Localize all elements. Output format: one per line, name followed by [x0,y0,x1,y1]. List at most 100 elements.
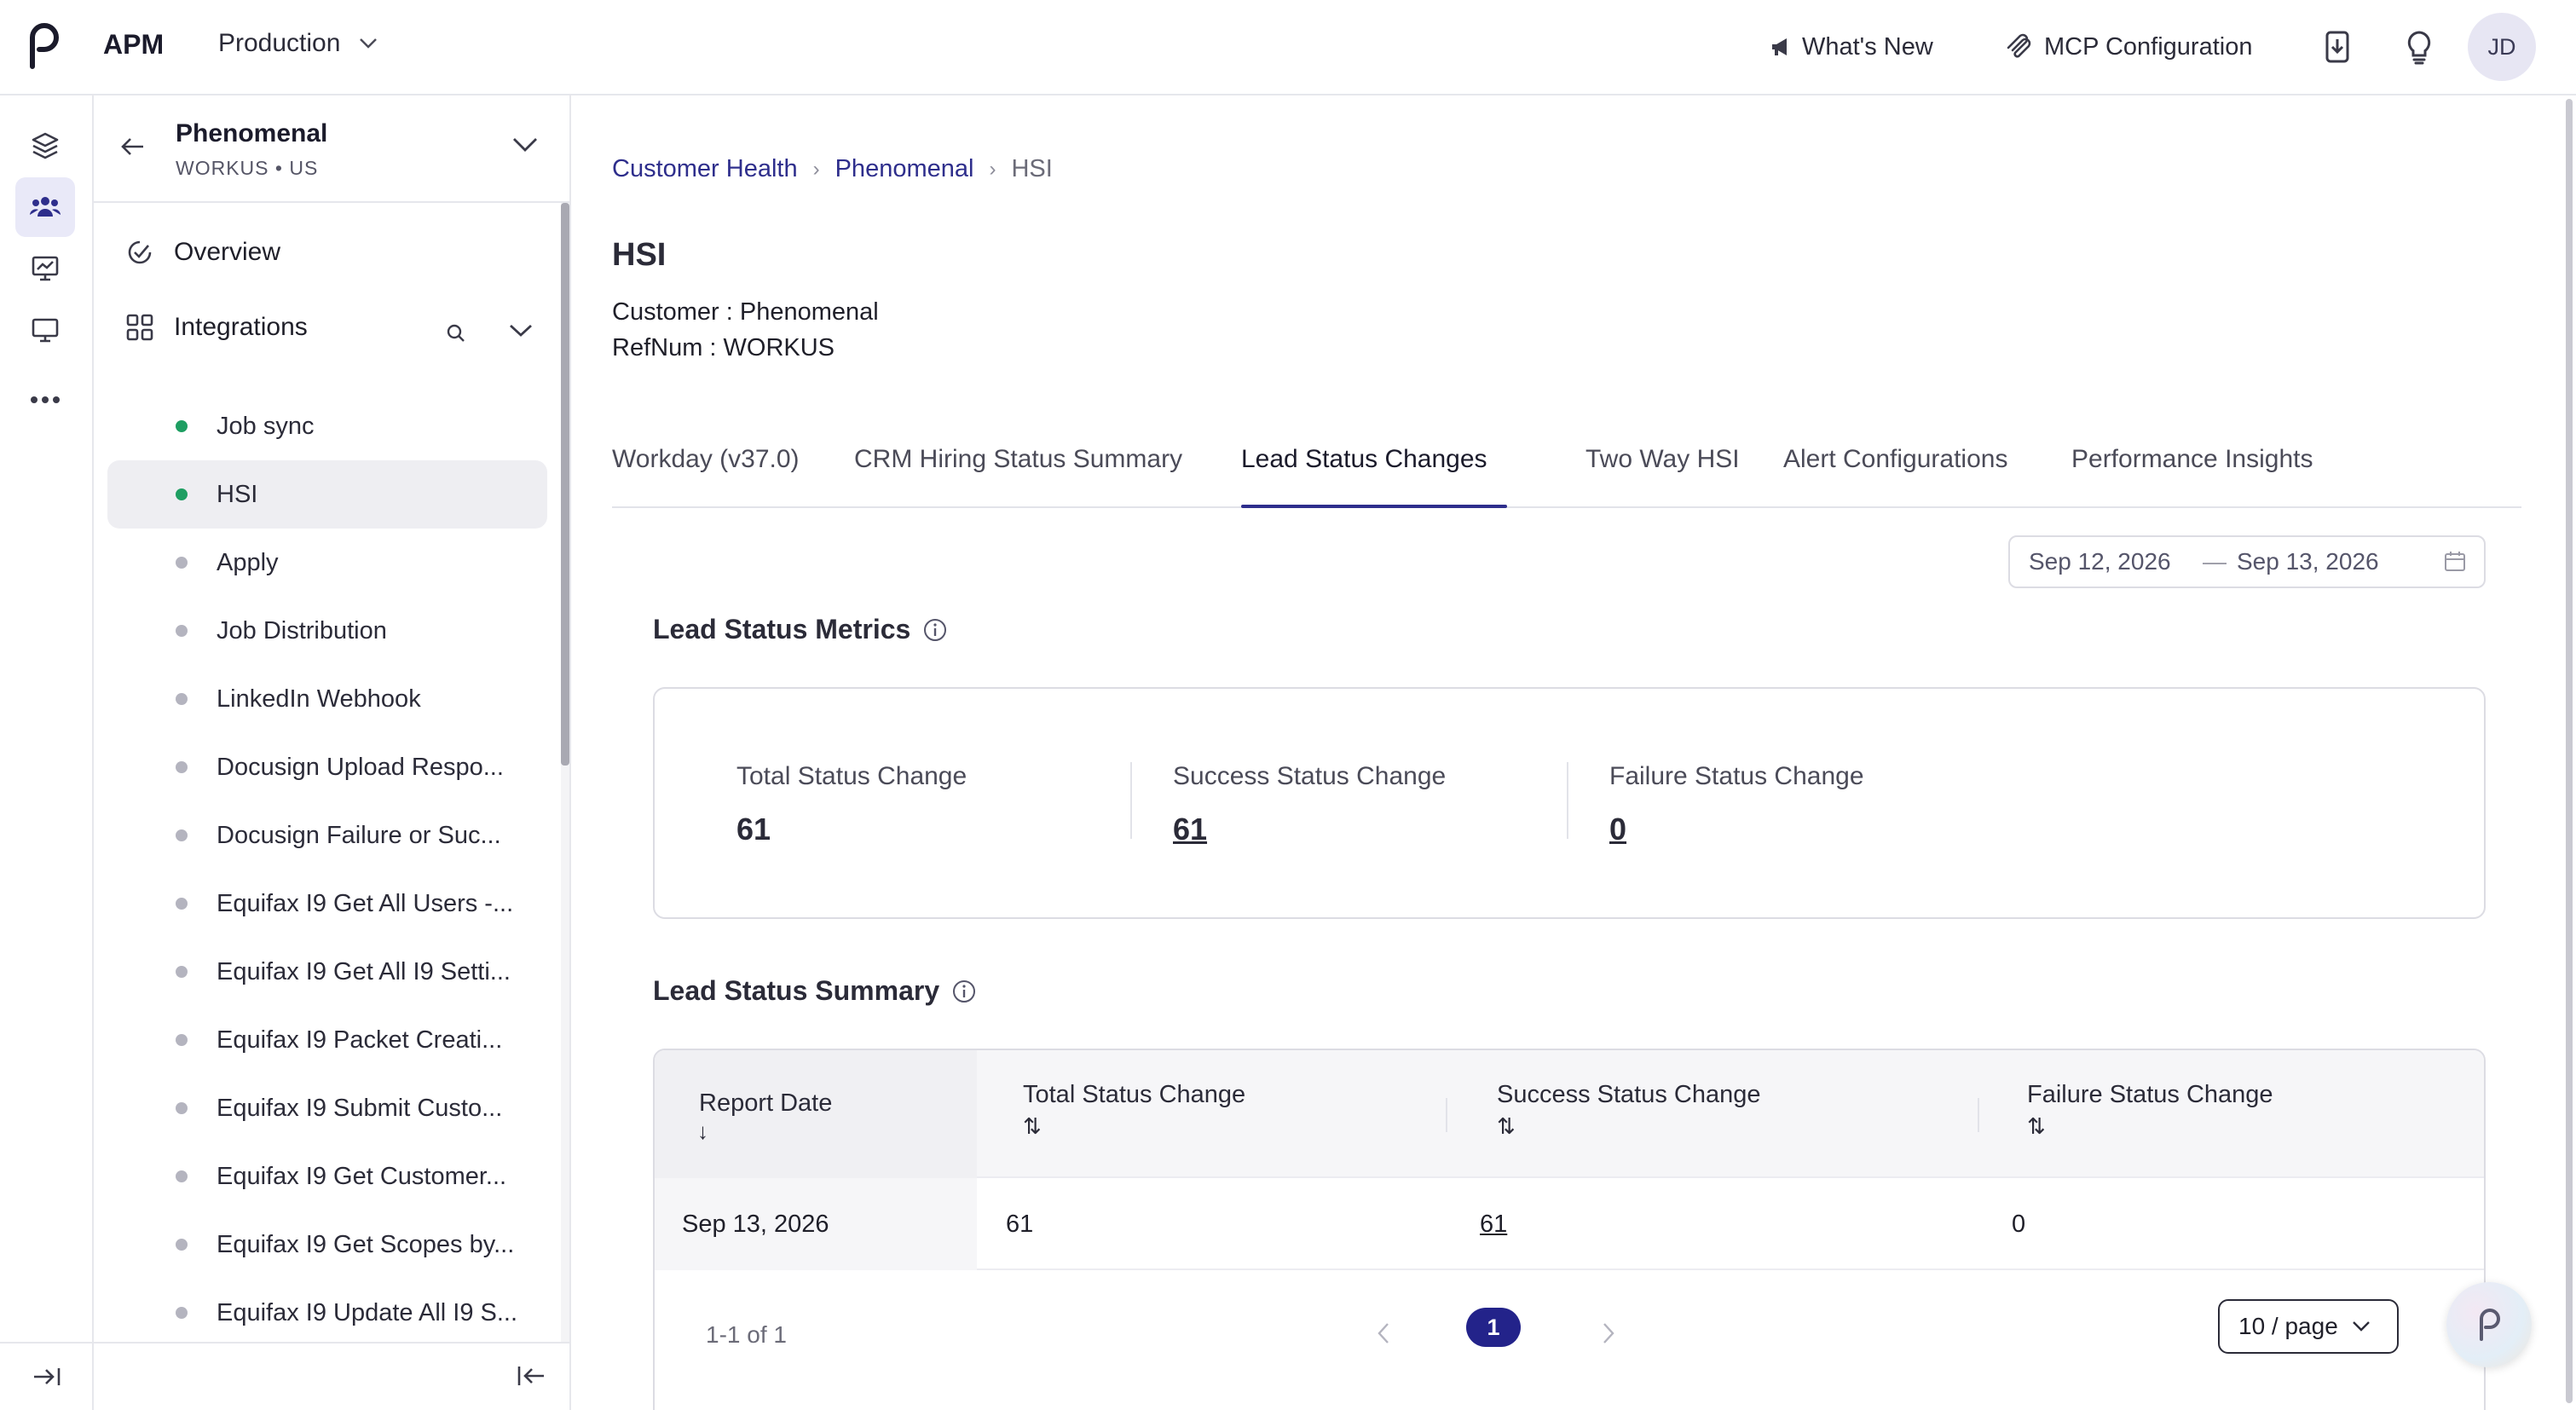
rail-more-button[interactable] [15,370,75,430]
tab-alert-configurations[interactable]: Alert Configurations [1783,445,2007,474]
integrations-label: Integrations [174,313,308,341]
sidebar-integration-item[interactable]: LinkedIn Webhook [107,665,547,733]
dot-separator: • [274,157,290,179]
sidebar-integration-item[interactable]: Equifax I9 Packet Creati... [107,1006,547,1074]
sidebar-item-overview[interactable]: Overview [124,237,280,268]
lead-status-metrics-card: Total Status Change 61 Success Status Ch… [653,687,2486,919]
whats-new-button[interactable]: What's New [1770,0,1933,94]
date-range-picker[interactable]: Sep 12, 2026 — Sep 13, 2026 [2008,535,2486,588]
tab-lead-status-changes[interactable]: Lead Status Changes [1241,445,1487,474]
status-dot [176,829,188,841]
sort-down-icon[interactable]: ↓ [697,1118,708,1145]
sidebar-integration-item[interactable]: Equifax I9 Get All I9 Setti... [107,938,547,1006]
top-bar: APM Production What's New MCP Configurat… [0,0,2576,95]
megaphone-icon [1772,38,1787,55]
rail-analytics-button[interactable] [15,239,75,298]
page-scrollbar-thumb[interactable] [2566,99,2573,1403]
active-tab-indicator [1241,505,1507,508]
column-separator [1978,1098,1979,1132]
tab-two-way-hsi[interactable]: Two Way HSI [1585,445,1740,474]
collapse-left-icon[interactable] [517,1364,546,1388]
mcp-configuration-button[interactable]: MCP Configuration [2005,0,2252,94]
cell-report-date: Sep 13, 2026 [682,1211,829,1238]
sidebar-integration-item[interactable]: Job sync [107,392,547,460]
rail-monitor-button[interactable] [15,300,75,360]
sidebar-footer [94,1342,569,1410]
sidebar-integration-item[interactable]: Job Distribution [107,597,547,665]
user-avatar[interactable]: JD [2468,13,2536,81]
sidebar-integration-item[interactable]: Apply [107,529,547,597]
metric-failure-label: Failure Status Change [1609,762,1864,790]
sort-toggle-icon[interactable]: ⇅ [1497,1113,1516,1140]
sidebar-integration-item[interactable]: Equifax I9 Get All Users -... [107,870,547,938]
document-download-icon[interactable] [2319,29,2356,66]
tab-performance-insights[interactable]: Performance Insights [2071,445,2313,474]
metric-failure-status-change: Failure Status Change 0 [1609,762,1864,847]
sidebar-integration-item[interactable]: Equifax I9 Get Customer... [107,1142,547,1211]
sidebar-integration-item[interactable]: Equifax I9 Update All I9 S... [107,1279,547,1342]
metric-divider [1130,762,1132,839]
back-arrow-icon[interactable] [119,135,147,159]
column-header-total-status-change[interactable]: Total Status Change [1023,1081,1245,1109]
pagination-range: 1-1 of 1 [706,1321,787,1348]
cell-failure: 0 [2012,1211,2026,1238]
info-icon[interactable] [922,617,948,643]
lightbulb-icon[interactable] [2400,29,2438,66]
chevron-left-icon[interactable] [1376,1321,1391,1345]
summary-title-text: Lead Status Summary [653,975,940,1006]
date-range-end[interactable]: Sep 13, 2026 [2237,548,2379,575]
status-dot [176,761,188,773]
users-icon [30,197,61,217]
environment-label: Production [218,29,341,57]
status-dot [176,420,188,432]
page-size-select[interactable]: 10 / page [2218,1299,2399,1354]
sidebar-integration-item[interactable]: Docusign Failure or Suc... [107,801,547,870]
main-content: Customer Health › Phenomenal › HSI HSI C… [573,95,2559,1410]
tab-crm-hiring-status-summary[interactable]: CRM Hiring Status Summary [854,445,1182,474]
sidebar-scrollbar-thumb[interactable] [561,203,569,766]
customer-meta: WORKUS • US [176,157,318,180]
metric-success-value-link[interactable]: 61 [1173,812,1446,847]
column-separator [1446,1098,1447,1132]
sidebar-item-integrations[interactable]: Integrations [124,312,308,343]
icon-rail [0,95,94,1410]
grid-icon [126,314,153,341]
info-icon[interactable] [951,979,977,1004]
rail-expand-button[interactable] [0,1342,94,1410]
customer-switch-chevron-icon[interactable] [511,136,539,153]
tab-workday[interactable]: Workday (v37.0) [612,445,800,474]
search-icon[interactable] [445,322,467,344]
status-dot [176,1034,188,1046]
tab-bar: Workday (v37.0) CRM Hiring Status Summar… [612,435,2521,508]
mcp-configuration-label: MCP Configuration [2044,32,2253,61]
more-horizontal-icon [31,396,60,403]
chevron-right-icon[interactable] [1601,1321,1616,1345]
column-header-report-date[interactable]: Report Date [699,1089,832,1118]
breadcrumb-phenomenal[interactable]: Phenomenal [835,155,974,183]
lead-status-summary-title: Lead Status Summary [653,975,977,1007]
environment-selector[interactable]: Production [218,29,378,58]
sidebar-integration-item[interactable]: Equifax I9 Get Scopes by... [107,1211,547,1279]
breadcrumb-customer-health[interactable]: Customer Health [612,155,798,183]
customer-name: Phenomenal [176,119,328,147]
column-header-failure-status-change[interactable]: Failure Status Change [2027,1081,2273,1109]
integration-item-label: Apply [217,548,279,576]
sidebar-integration-item[interactable]: Docusign Upload Respo... [107,733,547,801]
presentation-chart-icon [32,256,59,281]
assistant-chat-button[interactable] [2446,1282,2532,1367]
rail-layers-button[interactable] [15,116,75,176]
cell-success-link[interactable]: 61 [1480,1211,1507,1239]
rail-customers-button[interactable] [15,177,75,237]
integrations-collapse-chevron-icon[interactable] [508,322,534,339]
column-header-success-status-change[interactable]: Success Status Change [1497,1081,1761,1109]
sidebar-integration-item[interactable]: HSI [107,460,547,529]
sidebar-integration-item[interactable]: Equifax I9 Submit Custo... [107,1074,547,1142]
table-header: Report Date ↓ Total Status Change ⇅ Succ… [655,1050,2484,1178]
metric-total-value: 61 [736,812,771,847]
pagination-page-1[interactable]: 1 [1466,1308,1521,1347]
date-range-start[interactable]: Sep 12, 2026 [2029,548,2171,575]
sort-toggle-icon[interactable]: ⇅ [1023,1113,1042,1140]
sort-toggle-icon[interactable]: ⇅ [2027,1113,2046,1140]
phenom-logo-icon[interactable] [24,22,63,72]
metric-failure-value-link[interactable]: 0 [1609,812,1864,847]
